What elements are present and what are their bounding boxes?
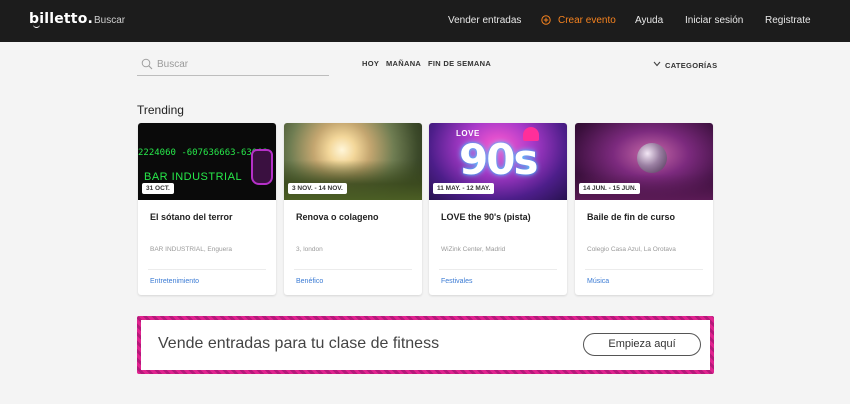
- event-category-link[interactable]: Entretenimiento: [150, 278, 199, 285]
- promo-text: Vende entradas para tu clase de fitness: [158, 335, 440, 352]
- filter-today[interactable]: HOY: [362, 59, 379, 68]
- divider: [294, 269, 412, 270]
- search-bar: [137, 54, 329, 76]
- date-badge: 14 JUN. - 15 JUN.: [579, 183, 641, 194]
- date-badge: 3 NOV. - 14 NOV.: [288, 183, 347, 194]
- event-card[interactable]: 3 NOV. - 14 NOV. Renova o colageno 3, lo…: [284, 123, 422, 295]
- date-badge: 31 OCT.: [142, 183, 174, 194]
- meadow-graphic: [284, 160, 422, 200]
- search-icon: [141, 58, 153, 70]
- plus-circle-icon: [541, 15, 551, 25]
- nav-search-link[interactable]: Buscar: [94, 15, 125, 26]
- mask-graphic: [251, 149, 273, 185]
- event-title: El sótano del terror: [150, 212, 233, 222]
- section-title-trending: Trending: [137, 103, 184, 117]
- categories-label: CATEGORÍAS: [665, 61, 718, 70]
- event-title: Renova o colageno: [296, 212, 379, 222]
- event-image: 2224060 -607636663-63003 BAR INDUSTRIAL …: [138, 123, 276, 200]
- divider: [148, 269, 266, 270]
- nav-create-event[interactable]: Crear evento: [558, 15, 616, 26]
- event-card[interactable]: LOVE 90s 11 MAY. - 12 MAY. LOVE the 90's…: [429, 123, 567, 295]
- divider: [439, 269, 557, 270]
- image-venue-text: BAR INDUSTRIAL: [144, 171, 243, 183]
- event-category-link[interactable]: Festivales: [441, 278, 473, 285]
- event-title: Baile de fin de curso: [587, 212, 676, 222]
- promo-banner-content: Vende entradas para tu clase de fitness …: [141, 320, 710, 370]
- date-badge: 11 MAY. - 12 MAY.: [433, 183, 495, 194]
- image-90s-text: 90s: [459, 135, 538, 184]
- event-image: 3 NOV. - 14 NOV.: [284, 123, 422, 200]
- event-location: Colegio Casa Azul, La Orotava: [587, 246, 676, 253]
- event-image: LOVE 90s 11 MAY. - 12 MAY.: [429, 123, 567, 200]
- event-image: 14 JUN. - 15 JUN.: [575, 123, 713, 200]
- divider: [585, 269, 703, 270]
- nav-login[interactable]: Iniciar sesión: [685, 15, 743, 26]
- event-category-link[interactable]: Benéfico: [296, 278, 323, 285]
- promo-banner: Vende entradas para tu clase de fitness …: [137, 316, 714, 374]
- nav-register[interactable]: Registrate: [765, 15, 811, 26]
- event-location: BAR INDUSTRIAL, Enguera: [150, 246, 233, 253]
- event-location: 3, london: [296, 246, 323, 253]
- chevron-down-icon: [653, 61, 661, 67]
- nav-help[interactable]: Ayuda: [635, 15, 663, 26]
- event-title: LOVE the 90's (pista): [441, 212, 531, 222]
- nav-sell-tickets[interactable]: Vender entradas: [448, 15, 521, 26]
- event-card[interactable]: 2224060 -607636663-63003 BAR INDUSTRIAL …: [138, 123, 276, 295]
- top-nav: billetto. Buscar Vender entradas Crear e…: [0, 0, 850, 42]
- disco-ball-graphic: [637, 143, 667, 173]
- event-category-link[interactable]: Música: [587, 278, 609, 285]
- event-location: WiZink Center, Madrid: [441, 246, 506, 253]
- logo-smile-icon: [33, 23, 40, 28]
- search-input[interactable]: [157, 56, 327, 72]
- filter-weekend[interactable]: FIN DE SEMANA: [428, 59, 491, 68]
- filter-tomorrow[interactable]: MAÑANA: [386, 59, 421, 68]
- event-card[interactable]: 14 JUN. - 15 JUN. Baile de fin de curso …: [575, 123, 713, 295]
- start-here-button[interactable]: Empieza aquí: [583, 333, 701, 356]
